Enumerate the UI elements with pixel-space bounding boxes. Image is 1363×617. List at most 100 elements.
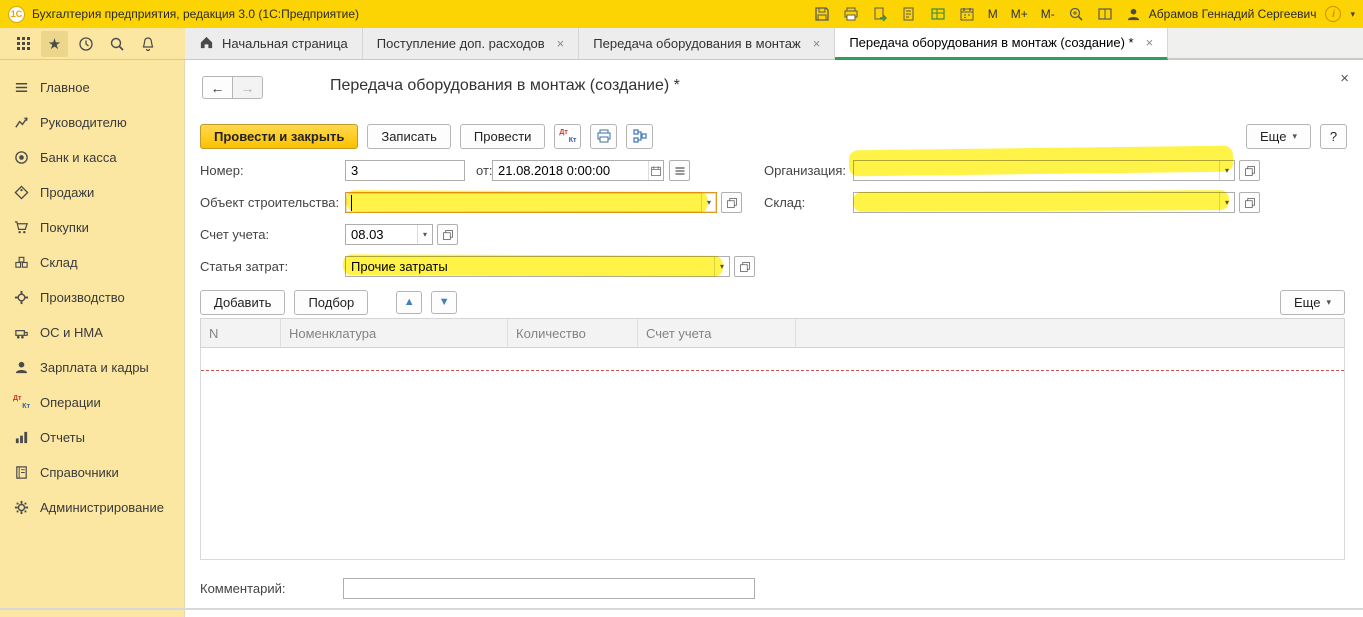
chevron-down-icon[interactable]: ▾: [1219, 161, 1234, 180]
sidebar-item-production[interactable]: Производство: [0, 280, 184, 315]
close-icon[interactable]: ×: [1146, 35, 1154, 50]
print-button[interactable]: [590, 123, 618, 149]
user-name: Абрамов Геннадий Сергеевич: [1148, 7, 1317, 21]
tab-strip: ★ Начальная страница Поступление доп. ра…: [0, 28, 1363, 60]
calendar-icon[interactable]: [957, 4, 977, 24]
column-header-account[interactable]: Счет учета: [638, 319, 796, 347]
cart-icon: [13, 219, 30, 236]
cost-item-open-button[interactable]: [734, 256, 755, 277]
sidebar-item-sales[interactable]: Продажи: [0, 175, 184, 210]
tab-label: Передача оборудования в монтаж: [593, 36, 801, 51]
close-icon[interactable]: ×: [813, 36, 821, 51]
column-header-quantity[interactable]: Количество: [508, 319, 638, 347]
sidebar-item-operations[interactable]: Дт Кт Операции: [0, 385, 184, 420]
warehouse-open-button[interactable]: [1239, 192, 1260, 213]
zoom-in-icon[interactable]: [1066, 4, 1086, 24]
column-header-n[interactable]: N: [201, 319, 281, 347]
chevron-down-icon[interactable]: ▾: [1219, 193, 1234, 212]
sidebar-item-reports[interactable]: Отчеты: [0, 420, 184, 455]
number-label: Номер:: [200, 163, 244, 178]
person-icon: [13, 359, 30, 376]
coin-icon: [13, 149, 30, 166]
move-up-button[interactable]: ▲: [396, 290, 423, 314]
forward-button[interactable]: →: [232, 76, 263, 99]
organization-open-button[interactable]: [1239, 160, 1260, 181]
table-body[interactable]: [200, 348, 1345, 560]
text-cursor: [351, 195, 352, 211]
export-file-icon[interactable]: [870, 4, 890, 24]
sidebar-item-administration[interactable]: Администрирование: [0, 490, 184, 525]
attach-file-icon[interactable]: [899, 4, 919, 24]
sidebar-item-purchases[interactable]: Покупки: [0, 210, 184, 245]
tab-equipment-transfer-list[interactable]: Передача оборудования в монтаж ×: [579, 28, 836, 60]
sidebar-item-fixed-assets[interactable]: ОС и НМА: [0, 315, 184, 350]
write-button[interactable]: Записать: [367, 123, 451, 149]
more-button[interactable]: Еще ▾: [1246, 123, 1311, 149]
gear-icon: [13, 289, 30, 306]
user-icon: [1124, 4, 1144, 24]
info-icon[interactable]: i: [1325, 6, 1342, 22]
add-row-button[interactable]: Добавить: [200, 289, 286, 315]
print-icon[interactable]: [841, 4, 861, 24]
print-icon: [597, 129, 611, 143]
column-header-nomenclature[interactable]: Номенклатура: [281, 319, 508, 347]
main-menu-icon: [13, 79, 30, 96]
dt-kt-icon: Дт Кт: [559, 128, 577, 144]
tab-home[interactable]: Начальная страница: [185, 28, 363, 60]
sidebar-item-warehouse[interactable]: Склад: [0, 245, 184, 280]
history-clock-icon[interactable]: [72, 31, 99, 57]
empty-row-marker: [201, 348, 1344, 371]
close-icon[interactable]: ×: [557, 36, 565, 51]
chevron-down-icon[interactable]: ▾: [701, 193, 716, 212]
sidebar-item-payroll-hr[interactable]: Зарплата и кадры: [0, 350, 184, 385]
post-button[interactable]: Провести: [459, 123, 546, 149]
pick-button[interactable]: Подбор: [294, 289, 369, 315]
memory-m-plus-button[interactable]: M+: [1009, 7, 1030, 21]
help-button[interactable]: ?: [1320, 123, 1347, 149]
construction-object-open-button[interactable]: [721, 192, 742, 213]
sidebar-item-directories[interactable]: Справочники: [0, 455, 184, 490]
chevron-down-icon[interactable]: ▾: [714, 257, 729, 276]
save-icon[interactable]: [812, 4, 832, 24]
comment-field[interactable]: [343, 578, 755, 599]
move-down-button[interactable]: ▼: [431, 290, 458, 314]
structure-button[interactable]: [626, 123, 654, 149]
search-icon[interactable]: [103, 31, 130, 57]
user-menu[interactable]: Абрамов Геннадий Сергеевич: [1124, 4, 1317, 24]
date-field[interactable]: 21.08.2018 0:00:00: [492, 160, 664, 181]
calendar-picker-icon[interactable]: [648, 161, 663, 180]
table-icon[interactable]: [928, 4, 948, 24]
home-icon: [199, 35, 214, 53]
grid-more-button[interactable]: Еще ▾: [1280, 289, 1345, 315]
back-button[interactable]: ←: [202, 76, 233, 99]
chevron-down-icon[interactable]: ▾: [417, 225, 432, 244]
document-list-button[interactable]: [669, 160, 690, 181]
notifications-bell-icon[interactable]: [134, 31, 161, 57]
tab-equipment-transfer-new[interactable]: Передача оборудования в монтаж (создание…: [835, 28, 1169, 60]
dt-kt-button[interactable]: Дт Кт: [554, 123, 582, 149]
sidebar-item-bank-cash[interactable]: Банк и касса: [0, 140, 184, 175]
sidebar-item-main[interactable]: Главное: [0, 70, 184, 105]
menu-grid-icon[interactable]: [10, 31, 37, 57]
construction-object-field[interactable]: ▾: [345, 192, 717, 213]
memory-m-button[interactable]: M: [986, 7, 1000, 21]
document-form: × ← → Передача оборудования в монтаж (со…: [185, 60, 1363, 617]
memory-m-minus-button[interactable]: M-: [1039, 7, 1057, 21]
open-icon: [739, 261, 750, 272]
warehouse-field[interactable]: ▾: [853, 192, 1235, 213]
favorites-star-icon[interactable]: ★: [41, 30, 68, 57]
cost-item-field[interactable]: Прочие затраты ▾: [345, 256, 730, 277]
split-panel-icon[interactable]: [1095, 4, 1115, 24]
account-field[interactable]: 08.03 ▾: [345, 224, 433, 245]
post-and-close-button[interactable]: Провести и закрыть: [200, 123, 359, 149]
organization-field[interactable]: ▾: [853, 160, 1235, 181]
tab-receipt-additional-expenses[interactable]: Поступление доп. расходов ×: [362, 28, 580, 60]
number-field[interactable]: 3: [345, 160, 465, 181]
sidebar-item-manager[interactable]: Руководителю: [0, 105, 184, 140]
account-open-button[interactable]: [437, 224, 458, 245]
hierarchy-icon: [633, 129, 647, 143]
bar-chart-icon: [13, 429, 30, 446]
close-icon[interactable]: ×: [1340, 70, 1349, 87]
column-header-filler: [796, 319, 1344, 347]
chevron-down-icon[interactable]: ▾: [1350, 9, 1355, 20]
